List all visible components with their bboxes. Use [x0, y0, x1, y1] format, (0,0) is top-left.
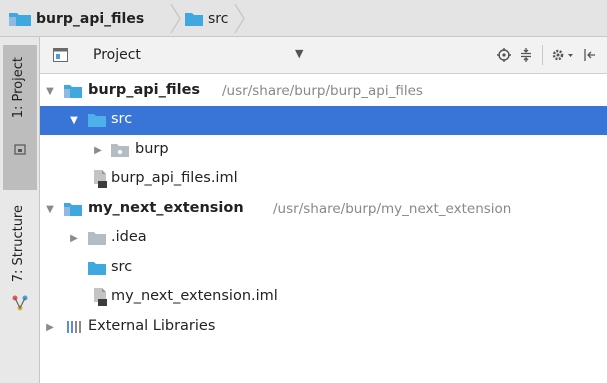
navigation-bar: burp_api_files src [0, 0, 607, 37]
expand-arrow-icon[interactable]: ▼ [44, 85, 56, 97]
structure-icon [12, 295, 28, 311]
source-folder-icon [185, 13, 203, 26]
collapse-arrow-icon[interactable]: ▶ [92, 144, 104, 156]
module-path: /usr/share/burp/burp_api_files [222, 83, 423, 99]
iml-file-icon [94, 288, 107, 306]
folder-icon [88, 232, 106, 245]
module-folder-icon [64, 203, 82, 216]
target-icon[interactable] [496, 45, 512, 65]
project-view-selector[interactable]: Project [93, 47, 141, 63]
chevron-down-icon[interactable]: ▼ [295, 47, 303, 60]
tree-item-my-next-extension-iml[interactable]: my_next_extension.iml [40, 283, 607, 312]
tree-item-burp[interactable]: ▶ burp [40, 136, 607, 165]
tree-item-burp-api-files-iml[interactable]: burp_api_files.iml [40, 165, 607, 194]
breadcrumb-item-burp-api-files[interactable]: burp_api_files [8, 9, 144, 29]
tree-item-label: src [111, 259, 133, 275]
tree-item-label: .idea [111, 229, 147, 245]
breadcrumb-item-src[interactable]: src [184, 9, 228, 29]
project-tree: ▼ burp_api_files /usr/share/burp/burp_ap… [40, 74, 607, 383]
module-folder-icon [9, 13, 31, 26]
tree-item-burp-api-files[interactable]: ▼ burp_api_files /usr/share/burp/burp_ap… [40, 77, 607, 106]
module-folder-icon [64, 85, 82, 98]
package-icon [111, 144, 129, 157]
tree-item-label: my_next_extension [88, 200, 244, 216]
tree-item-label: burp [135, 141, 169, 157]
module-path: /usr/share/burp/my_next_extension [273, 201, 512, 217]
toolbar-divider [542, 45, 543, 65]
tree-item-src-2[interactable]: src [40, 254, 607, 283]
project-tab-label: 1: Project [11, 57, 26, 119]
collapse-arrow-icon[interactable]: ▶ [68, 232, 80, 244]
breadcrumb-label: burp_api_files [36, 11, 145, 27]
hide-icon[interactable] [582, 45, 596, 65]
tree-item-idea[interactable]: ▶ .idea [40, 224, 607, 253]
tree-item-external-libraries[interactable]: ▶ External Libraries [40, 313, 607, 342]
tree-item-label: my_next_extension.iml [111, 288, 278, 304]
breadcrumb-separator-icon [234, 4, 245, 33]
tree-item-label: src [111, 111, 133, 127]
iml-file-icon [94, 170, 107, 188]
expand-arrow-icon[interactable]: ▼ [68, 114, 80, 126]
collapse-arrow-icon[interactable]: ▶ [44, 321, 56, 333]
project-panel-header: Project ▼ [40, 37, 607, 74]
tree-item-label: burp_api_files [88, 82, 201, 98]
tree-item-label: External Libraries [88, 318, 216, 334]
source-folder-icon [88, 262, 106, 275]
breadcrumb-label: src [208, 11, 229, 27]
breadcrumb-separator-icon [170, 4, 181, 33]
libraries-icon [67, 321, 81, 333]
structure-tool-tab[interactable]: 7: Structure [3, 199, 37, 319]
expand-arrow-icon[interactable]: ▼ [44, 203, 56, 215]
source-folder-icon [88, 114, 106, 127]
tree-item-label: burp_api_files.iml [111, 170, 238, 186]
structure-tab-label: 7: Structure [11, 205, 26, 283]
tree-item-my-next-extension[interactable]: ▼ my_next_extension /usr/share/burp/my_n… [40, 195, 607, 224]
project-tool-tab[interactable]: 1: Project [3, 45, 37, 190]
tool-window-strip: 1: Project 7: Structure [0, 37, 40, 383]
project-view-icon [53, 48, 68, 62]
tree-item-src[interactable]: ▼ src [40, 106, 607, 135]
gear-icon[interactable] [551, 45, 575, 65]
collapse-all-icon[interactable] [518, 45, 534, 65]
project-tab-icon [14, 144, 26, 155]
